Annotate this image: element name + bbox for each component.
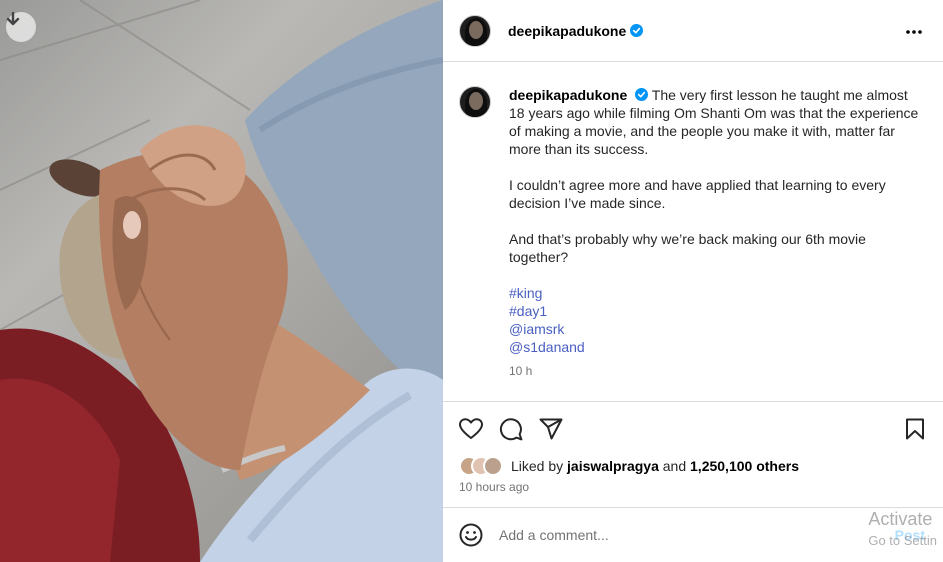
verified-badge-icon [635,88,649,101]
caption-paragraph: deepikapadukone The very first lesson he… [509,86,921,158]
emoji-button[interactable] [459,523,483,547]
post-header: deepikapadukone [443,0,943,62]
more-options-button[interactable] [905,22,923,36]
comment-bar: Post [443,507,943,562]
header-username[interactable]: deepikapadukone [508,23,626,39]
post-photo-image [0,0,443,562]
caption-paragraph: I couldn’t agree more and have applied t… [509,177,886,211]
caption-body: deepikapadukone The very first lesson he… [509,86,921,380]
emoji-icon [459,523,483,547]
post-timestamp[interactable]: 10 hours ago [459,480,529,494]
save-button[interactable] [902,416,928,442]
verified-badge-icon [630,24,644,37]
post-comment-button[interactable]: Post [895,527,925,543]
mention-link[interactable]: @s1danand [509,338,921,356]
likes-count[interactable]: 1,250,100 others [690,458,799,474]
download-button[interactable] [6,12,36,42]
avatar [483,456,503,476]
likes-connector: and [662,458,687,474]
likes-summary: Liked by jaiswalpragya and 1,250,100 oth… [459,455,799,477]
caption-timestamp[interactable]: 10 h [509,362,921,380]
bookmark-icon [906,418,924,440]
liker-avatars[interactable] [459,456,503,476]
caption-username[interactable]: deepikapadukone [509,87,627,103]
caption-paragraph: And that’s probably why we’re back makin… [509,231,866,265]
hashtag-link[interactable]: #king [509,284,921,302]
post-photo[interactable] [0,0,443,562]
mention-link[interactable]: @iamsrk [509,320,921,338]
action-bar [443,401,943,454]
share-button[interactable] [538,416,564,442]
caption: deepikapadukone The very first lesson he… [459,86,929,380]
post-details-panel: deepikapadukone deepikapadukone The very… [443,0,943,562]
share-icon [539,418,563,440]
hashtag-link[interactable]: #day1 [509,302,921,320]
comment-input[interactable] [499,527,839,543]
liker-username[interactable]: jaiswalpragya [567,458,659,474]
like-button[interactable] [458,416,484,442]
comment-icon [499,418,523,441]
avatar[interactable] [459,14,491,47]
caption-avatar[interactable] [459,86,491,118]
likes-prefix: Liked by [511,458,564,474]
more-horizontal-icon [906,30,922,34]
download-arrow-icon [6,12,20,26]
heart-icon [459,418,483,439]
hashtag-list: #king #day1 @iamsrk @s1danand [509,284,921,356]
comment-button[interactable] [498,416,524,442]
